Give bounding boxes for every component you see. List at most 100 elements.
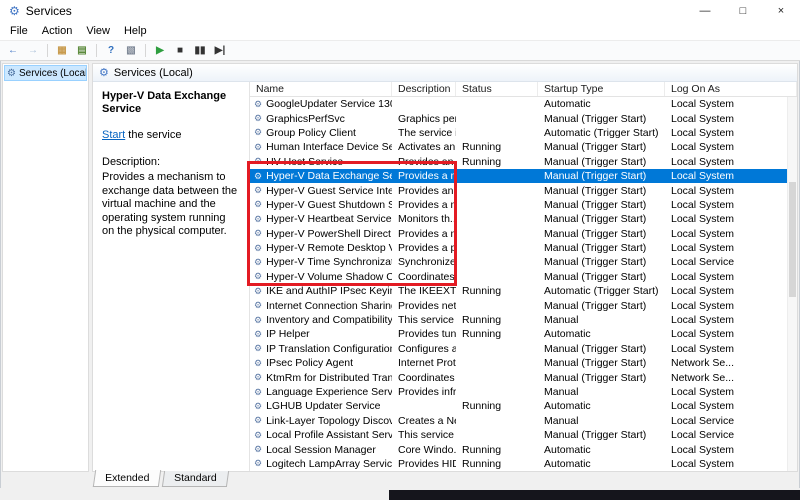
table-row[interactable]: ⚙IKE and AuthIP IPsec Keying ...The IKEE… — [250, 284, 797, 298]
services-app-icon: ⚙ — [9, 5, 20, 17]
table-row[interactable]: ⚙GraphicsPerfSvcGraphics per...Manual (T… — [250, 111, 797, 125]
service-startup-type-cell: Automatic — [538, 444, 665, 456]
column-header-log-on-as[interactable]: Log On As — [665, 82, 797, 96]
service-description-cell: The service i... — [392, 127, 456, 139]
service-logon-cell: Local Service — [665, 256, 797, 268]
service-gear-icon: ⚙ — [254, 344, 262, 353]
table-row[interactable]: ⚙Inventory and Compatibility...This serv… — [250, 313, 797, 327]
table-row[interactable]: ⚙IP Translation Configuration ...Configu… — [250, 342, 797, 356]
service-startup-type-cell: Automatic (Trigger Start) — [538, 285, 665, 297]
title-bar: ⚙ Services —□× — [0, 0, 800, 22]
table-row[interactable]: ⚙Link-Layer Topology Discove...Creates a… — [250, 414, 797, 428]
service-gear-icon: ⚙ — [254, 200, 262, 209]
service-startup-type-cell: Manual (Trigger Start) — [538, 271, 665, 283]
tab-standard[interactable]: Standard — [162, 471, 229, 487]
table-row[interactable]: ⚙Hyper-V Guest Shutdown Se...Provides a … — [250, 198, 797, 212]
table-row[interactable]: ⚙Internet Connection Sharing...Provides … — [250, 298, 797, 312]
service-logon-cell: Local Service — [665, 429, 797, 441]
service-description-text: Provides a mechanism to exchange data be… — [102, 171, 240, 238]
start-service-button[interactable]: ▶ — [151, 43, 169, 59]
service-name-cell: ⚙Inventory and Compatibility... — [250, 314, 392, 326]
service-gear-icon: ⚙ — [254, 445, 262, 454]
table-row[interactable]: ⚙Local Profile Assistant ServiceThis ser… — [250, 428, 797, 442]
service-gear-icon: ⚙ — [254, 172, 262, 181]
table-row[interactable]: ⚙IP HelperProvides tun...RunningAutomati… — [250, 327, 797, 341]
restart-service-button[interactable]: ▶| — [211, 43, 229, 59]
column-header-status[interactable]: Status — [456, 82, 538, 96]
show-console-tree-button[interactable]: ▦ — [53, 43, 71, 59]
service-startup-type-cell: Automatic — [538, 98, 665, 110]
column-header-name[interactable]: Name — [250, 82, 392, 96]
table-row[interactable]: ⚙Hyper-V Remote Desktop Vi...Provides a … — [250, 241, 797, 255]
scrollbar-thumb[interactable] — [789, 182, 796, 297]
table-row[interactable]: ⚙Language Experience ServiceProvides inf… — [250, 385, 797, 399]
close-button[interactable]: × — [762, 0, 800, 22]
menu-file[interactable]: File — [3, 24, 35, 38]
service-status-cell: Running — [456, 458, 538, 470]
export-list-button[interactable]: ▤ — [73, 43, 91, 59]
service-startup-type-cell: Manual (Trigger Start) — [538, 343, 665, 355]
table-row[interactable]: ⚙Hyper-V Data Exchange Serv...Provides a… — [250, 169, 797, 183]
table-row[interactable]: ⚙Hyper-V Guest Service Interf...Provides… — [250, 183, 797, 197]
table-row[interactable]: ⚙IPsec Policy AgentInternet Prot...Manua… — [250, 356, 797, 370]
table-row[interactable]: ⚙Hyper-V Heartbeat ServiceMonitors th...… — [250, 212, 797, 226]
service-startup-type-cell: Manual (Trigger Start) — [538, 300, 665, 312]
service-description-cell: Provides infr... — [392, 386, 456, 398]
service-startup-type-cell: Automatic — [538, 328, 665, 340]
stop-service-button[interactable]: ■ — [171, 43, 189, 59]
maximize-button[interactable]: □ — [724, 0, 762, 22]
service-gear-icon: ⚙ — [254, 258, 262, 267]
service-description-cell: Provides HID... — [392, 458, 456, 470]
table-row[interactable]: ⚙Hyper-V PowerShell Direct S...Provides … — [250, 227, 797, 241]
back-button[interactable]: ← — [4, 43, 22, 59]
service-status-cell: Running — [456, 400, 538, 412]
help-button[interactable]: ? — [102, 43, 120, 59]
menu-help[interactable]: Help — [117, 24, 154, 38]
service-description-cell: This service ... — [392, 429, 456, 441]
service-description-cell: Graphics per... — [392, 113, 456, 125]
service-startup-type-cell: Automatic (Trigger Start) — [538, 127, 665, 139]
vertical-scrollbar[interactable] — [787, 97, 797, 471]
service-gear-icon: ⚙ — [254, 416, 262, 425]
taskbar-sliver — [389, 490, 800, 500]
service-gear-icon: ⚙ — [254, 186, 262, 195]
forward-button[interactable]: → — [24, 43, 42, 59]
service-logon-cell: Local System — [665, 213, 797, 225]
toolbar-separator — [47, 44, 48, 57]
table-row[interactable]: ⚙Hyper-V Time Synchronizati...Synchroniz… — [250, 255, 797, 269]
tree-item-services-local[interactable]: ⚙ Services (Local) — [4, 65, 87, 81]
service-startup-type-cell: Automatic — [538, 400, 665, 412]
menu-view[interactable]: View — [79, 24, 117, 38]
service-startup-type-cell: Automatic — [538, 458, 665, 470]
table-row[interactable]: ⚙Human Interface Device Serv...Activates… — [250, 140, 797, 154]
service-gear-icon: ⚙ — [254, 359, 262, 368]
table-row[interactable]: ⚙GoogleUpdater Service 130....AutomaticL… — [250, 97, 797, 111]
table-row[interactable]: ⚙Logitech LampArray ServiceProvides HID.… — [250, 457, 797, 471]
table-row[interactable]: ⚙Group Policy ClientThe service i...Auto… — [250, 126, 797, 140]
table-row[interactable]: ⚙HV Host ServiceProvides an i...RunningM… — [250, 155, 797, 169]
service-detail-pane: Hyper-V Data Exchange Service Start the … — [93, 82, 250, 471]
table-row[interactable]: ⚙LGHUB Updater ServiceRunningAutomaticLo… — [250, 399, 797, 413]
minimize-button[interactable]: — — [686, 0, 724, 22]
toolbar-separator — [145, 44, 146, 57]
service-name-cell: ⚙HV Host Service — [250, 156, 392, 168]
service-name-cell: ⚙KtmRm for Distributed Trans... — [250, 372, 392, 384]
service-logon-cell: Local System — [665, 242, 797, 254]
main-panel-body: Hyper-V Data Exchange Service Start the … — [93, 82, 797, 471]
service-list: ⚙GoogleUpdater Service 130....AutomaticL… — [250, 97, 797, 471]
table-row[interactable]: ⚙KtmRm for Distributed Trans...Coordinat… — [250, 370, 797, 384]
service-name-cell: ⚙LGHUB Updater Service — [250, 400, 392, 412]
start-service-link[interactable]: Start — [102, 129, 125, 141]
table-row[interactable]: ⚙Hyper-V Volume Shadow Co...Coordinates … — [250, 270, 797, 284]
properties-button[interactable]: ▧ — [122, 43, 140, 59]
column-header-startup-type[interactable]: Startup Type — [538, 82, 665, 96]
service-logon-cell: Local System — [665, 185, 797, 197]
pause-service-button[interactable]: ▮▮ — [191, 43, 209, 59]
column-header-description[interactable]: Description — [392, 82, 456, 96]
service-description-cell: This service ... — [392, 314, 456, 326]
table-row[interactable]: ⚙Local Session ManagerCore Windo...Runni… — [250, 442, 797, 456]
service-description-cell: Configures a... — [392, 343, 456, 355]
menu-action[interactable]: Action — [35, 24, 80, 38]
service-logon-cell: Local System — [665, 444, 797, 456]
tab-extended[interactable]: Extended — [93, 470, 162, 487]
